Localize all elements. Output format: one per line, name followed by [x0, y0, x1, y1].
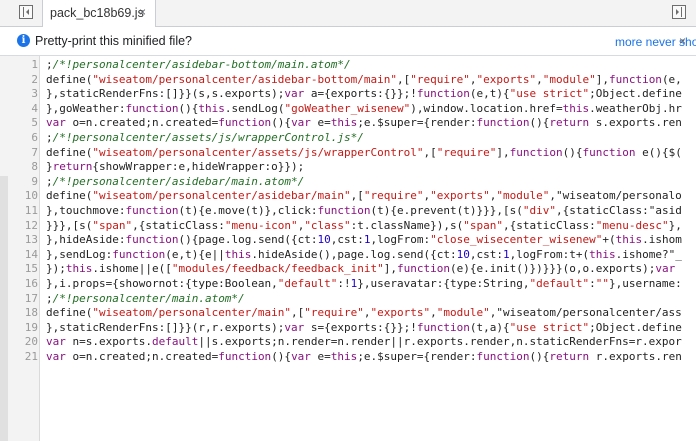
editor-tab-bar: pack_bc18b69.js × [0, 0, 696, 27]
infobar-message: Pretty-print this minified file? [35, 34, 193, 48]
line-number: 2 [31, 72, 38, 86]
line-number: 13 [24, 233, 38, 247]
line-number: 11 [24, 203, 38, 217]
close-tab-icon[interactable]: × [139, 5, 146, 19]
code-line[interactable]: 13 },hideAside:function(){page.log.send({… [0, 233, 696, 248]
code-line[interactable]: 5 var o=n.created;n.created=function(){va… [0, 116, 696, 131]
code-text: }return{showWrapper:e,hideWrapper:o}}); [46, 160, 305, 174]
line-number: 21 [24, 349, 38, 363]
code-line[interactable]: 3 },staticRenderFns:[]}}(s,s.exports);var… [0, 87, 696, 102]
code-line[interactable]: 18 define("wiseatom/personalcenter/main",… [0, 306, 696, 321]
code-text: var o=n.created;n.created=function(){var… [46, 349, 682, 363]
line-number: 18 [24, 306, 38, 320]
code-text: ;/*!personalcenter/main.atom*/ [46, 291, 245, 305]
line-number: 14 [24, 247, 38, 261]
code-text: }}},[s("span",{staticClass:"menu-icon","… [46, 218, 682, 232]
code-text: },staticRenderFns:[]}}(s,s.exports);var … [46, 87, 682, 101]
code-text: ;/*!personalcenter/asidebar-bottom/main.… [46, 58, 351, 71]
code-line[interactable]: 10 define("wiseatom/personalcenter/asideb… [0, 189, 696, 204]
pretty-print-infobar: i Pretty-print this minified file? more … [0, 27, 696, 56]
code-line[interactable]: 2 define("wiseatom/personalcenter/asideba… [0, 73, 696, 88]
code-editor[interactable]: 1 ;/*!personalcenter/asidebar-bottom/main… [0, 56, 696, 441]
line-number: 20 [24, 335, 38, 349]
line-number: 15 [24, 262, 38, 276]
code-line[interactable]: 19 },staticRenderFns:[]}}(r,r.exports);va… [0, 321, 696, 336]
code-text: },staticRenderFns:[]}}(r,r.exports);var … [46, 320, 682, 334]
code-line[interactable]: 11 },touchmove:function(t){e.move(t)},cli… [0, 204, 696, 219]
code-text: },touchmove:function(t){e.move(t)},click… [46, 203, 682, 217]
info-icon: i [17, 34, 30, 47]
line-number: 10 [24, 189, 38, 203]
code-text: var n=s.exports.default||s.exports;n.ren… [46, 335, 682, 349]
line-number: 7 [31, 145, 38, 159]
code-line[interactable]: 4 },goWeather:function(){this.sendLog("go… [0, 102, 696, 117]
line-number: 1 [31, 58, 38, 71]
code-line[interactable]: 17 ;/*!personalcenter/main.atom*/ [0, 292, 696, 307]
sidebar-right-icon [676, 7, 682, 17]
code-line[interactable]: 20 var n=s.exports.default||s.exports;n.r… [0, 335, 696, 350]
code-line[interactable]: 15 });this.ishome||e(["modules/feedback/f… [0, 262, 696, 277]
code-line[interactable]: 8 }return{showWrapper:e,hideWrapper:o}}); [0, 160, 696, 175]
line-number: 5 [31, 116, 38, 130]
code-text: var o=n.created;n.created=function(){var… [46, 116, 682, 130]
file-tab[interactable]: pack_bc18b69.js × [42, 0, 156, 27]
toggle-debugger-button[interactable] [672, 5, 686, 19]
code-text: ;/*!personalcenter/assets/js/wrapperCont… [46, 130, 364, 144]
sidebar-left-icon [23, 7, 29, 17]
line-number: 17 [24, 291, 38, 305]
line-number: 19 [24, 320, 38, 334]
line-number: 6 [31, 130, 38, 144]
code-text: define("wiseatom/personalcenter/assets/j… [46, 145, 682, 159]
code-text: define("wiseatom/personalcenter/main",["… [46, 306, 682, 320]
code-text: define("wiseatom/personalcenter/asidebar… [46, 72, 682, 86]
code-line[interactable]: 16 },i.props={showornot:{type:Boolean,"de… [0, 277, 696, 292]
code-text: });this.ishome||e(["modules/feedback/fee… [46, 262, 676, 276]
line-number: 9 [31, 174, 38, 188]
close-infobar-icon[interactable]: × [679, 34, 686, 48]
code-text: },i.props={showornot:{type:Boolean,"defa… [46, 276, 682, 290]
code-line[interactable]: 1 ;/*!personalcenter/asidebar-bottom/main… [0, 58, 696, 73]
line-number: 8 [31, 160, 38, 174]
code-text: define("wiseatom/personalcenter/asidebar… [46, 189, 682, 203]
code-line[interactable]: 21 var o=n.created;n.created=function(){v… [0, 350, 696, 365]
toggle-navigator-button[interactable] [19, 5, 33, 19]
code-text: },hideAside:function(){page.log.send({ct… [46, 233, 682, 247]
code-line[interactable]: 14 },sendLog:function(e,t){e||this.hideAs… [0, 248, 696, 263]
code-line[interactable]: 12 }}},[s("span",{staticClass:"menu-icon"… [0, 219, 696, 234]
file-tab-title: pack_bc18b69.js [50, 6, 144, 20]
code-line[interactable]: 9 ;/*!personalcenter/asidebar/main.atom*/ [0, 175, 696, 190]
line-number: 12 [24, 218, 38, 232]
code-line[interactable]: 7 define("wiseatom/personalcenter/assets/… [0, 146, 696, 161]
code-text: },goWeather:function(){this.sendLog("goW… [46, 101, 682, 115]
code-lines: 1 ;/*!personalcenter/asidebar-bottom/main… [0, 58, 696, 364]
code-text: ;/*!personalcenter/asidebar/main.atom*/ [46, 174, 305, 188]
line-number: 4 [31, 101, 38, 115]
code-text: },sendLog:function(e,t){e||this.hideAsid… [46, 247, 682, 261]
line-number: 16 [24, 276, 38, 290]
code-line[interactable]: 6 ;/*!personalcenter/assets/js/wrapperCon… [0, 131, 696, 146]
line-number: 3 [31, 87, 38, 101]
